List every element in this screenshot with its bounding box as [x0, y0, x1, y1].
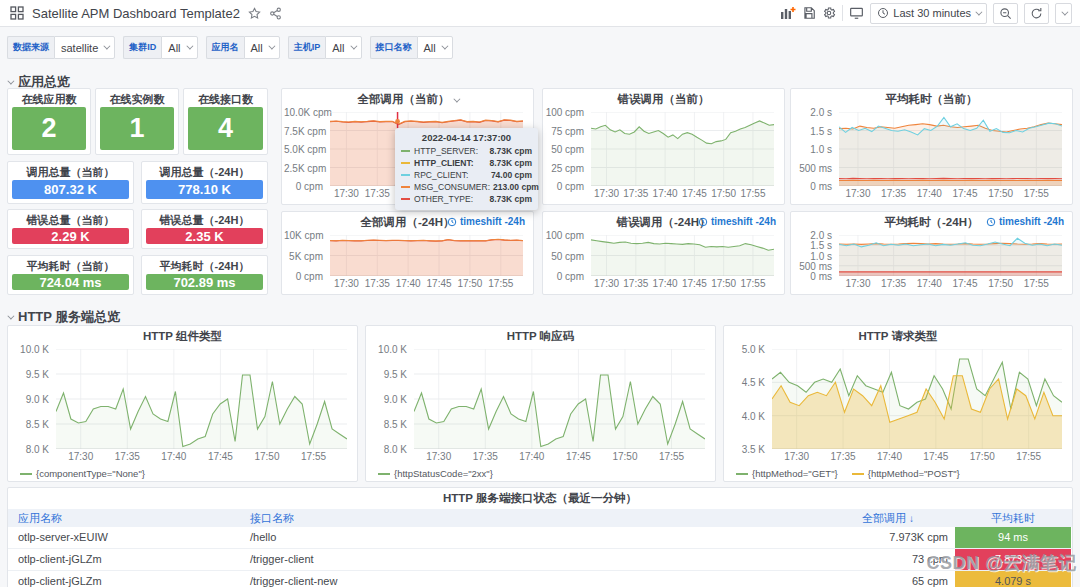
panel-latency-24h[interactable]: 平均耗时（-24H） timeshift -24h 2.0 s1.5 s1.0 … [790, 211, 1073, 295]
col-header-app[interactable]: 应用名称 [18, 509, 62, 527]
latency-current-chart[interactable]: 2.0 s1.5 s1.0 s500 ms0 ms17:3017:3517:40… [793, 107, 1070, 202]
series-color-dash [401, 186, 410, 188]
panel-menu-icon[interactable] [453, 96, 460, 103]
panel-http-status[interactable]: HTTP 响应码 10.0 K9.5 K9.0 K8.5 K8.0 K17:30… [365, 325, 716, 482]
timeshift-badge: timeshift -24h [447, 216, 525, 227]
table-row[interactable]: otlp-server-xEUIW /hello 7.973K cpm 94 m… [8, 527, 1072, 549]
chart-legend: {componentType="None"} [20, 468, 145, 479]
stat-latency-current[interactable]: 平均耗时（当前） 724.04 ms [7, 255, 134, 295]
variable-cluster-value[interactable]: All [161, 36, 197, 59]
time-range-label: Last 30 minutes [893, 7, 971, 19]
col-header-latency[interactable]: 平均耗时 [955, 509, 1071, 527]
refresh-interval-dropdown[interactable] [1055, 3, 1072, 24]
variable-endpoint-value[interactable]: All [417, 36, 453, 59]
dashboard-title: Satellite APM Dashboard Template2 [32, 6, 240, 21]
tv-mode-icon[interactable] [849, 6, 864, 20]
http-status-chart[interactable]: 10.0 K9.5 K9.0 K8.5 K8.0 K17:3017:3517:4… [368, 344, 713, 465]
variable-datasource: 数据来源satellite [7, 36, 115, 59]
settings-gear-icon[interactable] [822, 6, 836, 20]
template-variables: 数据来源satellite 集群IDAll 应用名All 主机IPAll 接口名… [7, 36, 453, 59]
variable-endpoint: 接口名称All [370, 36, 453, 59]
errors-24h-chart[interactable]: 100 cpm50 cpm0 cpm17:3017:3517:4017:4517… [545, 230, 782, 292]
stat-calls-current[interactable]: 调用总量（当前） 807.32 K [7, 161, 134, 204]
stat-online-endpoints[interactable]: 在线接口数 4 [183, 88, 268, 155]
stat-calls-24h[interactable]: 调用总量（-24H） 778.10 K [141, 161, 268, 204]
refresh-button[interactable] [1024, 3, 1049, 24]
panel-errors-current[interactable]: 错误调用（当前） 100 cpm75 cpm50 cpm25 cpm0 cpm1… [542, 88, 785, 205]
variable-app-value[interactable]: All [244, 36, 280, 59]
legend-item[interactable]: {httpMethod="POST"} [852, 468, 960, 479]
variable-datasource-value[interactable]: satellite [54, 36, 115, 59]
variable-cluster-label: 集群ID [123, 36, 161, 59]
section-http[interactable]: HTTP 服务端总览 [7, 308, 120, 326]
http-method-chart[interactable]: 5.0 K4.5 K4.0 K3.5 K17:3017:3517:4017:45… [726, 344, 1070, 465]
col-header-calls[interactable]: 全部调用 ↓ [828, 509, 948, 528]
table-header: 应用名称 接口名称 全部调用 ↓ 平均耗时 [8, 509, 1072, 527]
variable-app: 应用名All [206, 36, 280, 59]
stat-errors-current[interactable]: 错误总量（当前） 2.29 K [7, 209, 134, 249]
star-icon[interactable] [248, 7, 261, 20]
add-panel-icon[interactable] [780, 6, 796, 20]
chart-legend: {httpStatusCode="2xx"} [378, 468, 493, 479]
latency-24h-chart[interactable]: 2.0 s1.5 s1.0 s500 ms0 ms17:3017:3517:40… [793, 230, 1070, 292]
panel-errors-24h[interactable]: 错误调用（-24H） timeshift -24h 100 cpm50 cpm0… [542, 211, 785, 295]
legend-item[interactable]: {httpStatusCode="2xx"} [378, 468, 493, 479]
panel-http-component[interactable]: HTTP 组件类型 10.0 K9.5 K9.0 K8.5 K8.0 K17:3… [7, 325, 358, 482]
stat-online-instances[interactable]: 在线实例数 1 [95, 88, 179, 155]
series-color-dash [401, 174, 410, 176]
legend-item[interactable]: {componentType="None"} [20, 468, 145, 479]
col-header-endpoint[interactable]: 接口名称 [250, 509, 294, 527]
series-color-dash [401, 162, 410, 164]
dashboard-body: 数据来源satellite 集群IDAll 应用名All 主机IPAll 接口名… [0, 27, 1080, 587]
variable-host: 主机IPAll [288, 36, 362, 59]
zoom-out-button[interactable] [993, 3, 1018, 24]
top-nav: Satellite APM Dashboard Template2 Last 3… [0, 0, 1080, 27]
legend-item[interactable]: {httpMethod="GET"} [736, 468, 838, 479]
table-row[interactable]: otlp-client-jGLZm /trigger-client-new 65… [8, 571, 1072, 587]
errors-current-chart[interactable]: 100 cpm75 cpm50 cpm25 cpm0 cpm17:3017:35… [545, 107, 782, 202]
variable-endpoint-label: 接口名称 [370, 36, 417, 59]
save-icon[interactable] [802, 6, 816, 20]
variable-app-label: 应用名 [206, 36, 244, 59]
stat-online-apps[interactable]: 在线应用数 2 [7, 88, 91, 155]
time-picker[interactable]: Last 30 minutes [870, 3, 987, 24]
panel-calls-24h[interactable]: 全部调用（-24H） timeshift -24h 10K cpm5K cpm0… [281, 211, 534, 295]
http-component-chart[interactable]: 10.0 K9.5 K9.0 K8.5 K8.0 K17:3017:3517:4… [10, 344, 355, 465]
stat-latency-24h[interactable]: 平均耗时（-24H） 702.89 ms [141, 255, 268, 295]
panel-http-method[interactable]: HTTP 请求类型 5.0 K4.5 K4.0 K3.5 K17:3017:35… [723, 325, 1073, 482]
panel-latency-current[interactable]: 平均耗时（当前） 2.0 s1.5 s1.0 s500 ms0 ms17:301… [790, 88, 1073, 205]
chart-legend: {httpMethod="GET"} {httpMethod="POST"} [736, 468, 960, 479]
timeshift-badge: timeshift -24h [986, 216, 1064, 227]
share-icon[interactable] [269, 7, 282, 20]
collapse-chevron-icon [7, 77, 14, 84]
variable-host-label: 主机IP [288, 36, 326, 59]
table-row[interactable]: otlp-client-jGLZm /trigger-client 73 cpm… [8, 549, 1072, 571]
variable-host-value[interactable]: All [325, 36, 361, 59]
variable-cluster: 集群IDAll [123, 36, 197, 59]
series-color-dash [401, 150, 410, 152]
timeshift-badge: timeshift -24h [698, 216, 776, 227]
calls-24h-chart[interactable]: 10K cpm5K cpm0 cpm17:3017:3517:4017:4517… [284, 230, 531, 292]
series-color-dash [401, 198, 410, 200]
latency-cell: 94 ms [955, 527, 1071, 548]
chart-tooltip: 2022-04-14 17:37:00 HTTP_SERVER:8.73K cp… [395, 128, 538, 210]
panel-http-endpoint-table[interactable]: HTTP 服务端接口状态（最近一分钟） 应用名称 接口名称 全部调用 ↓ 平均耗… [7, 487, 1073, 587]
watermark: CSDN @云满笔记 [926, 551, 1077, 575]
variable-datasource-label: 数据来源 [7, 36, 54, 59]
stat-errors-24h[interactable]: 错误总量（-24H） 2.35 K [141, 209, 268, 249]
dashboard-grid-icon[interactable] [10, 6, 24, 20]
collapse-chevron-icon [7, 312, 14, 319]
